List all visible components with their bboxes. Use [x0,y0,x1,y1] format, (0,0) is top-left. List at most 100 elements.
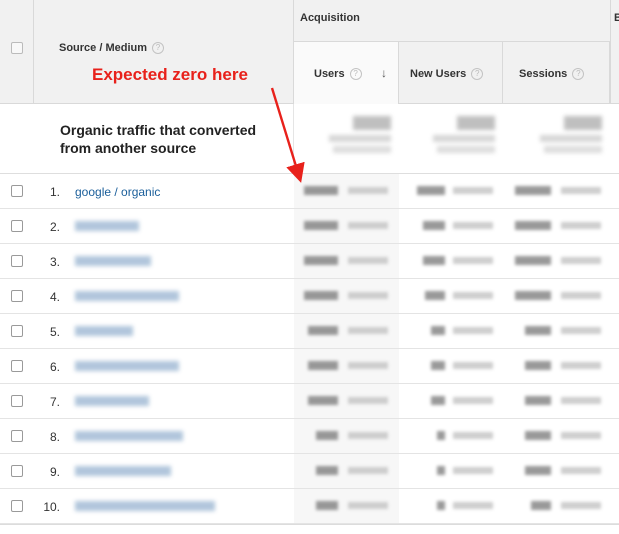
row-number: 1. [49,185,60,199]
summary-users-total [294,104,399,174]
sort-descending-icon[interactable]: ↓ [381,66,387,80]
source-medium-label: Source / Medium [59,42,148,54]
users-percent [348,327,388,334]
column-header-users[interactable]: Users? ↓ [294,42,399,104]
users-value [308,361,338,370]
summary-new-users-total [399,104,503,174]
source-medium-link[interactable]: google / organic [75,185,160,199]
users-cell [294,209,399,243]
sessions-value [515,221,551,230]
sessions-cell [503,454,610,488]
new-users-value [425,291,445,300]
row-checkbox[interactable] [11,465,23,477]
row-checkbox[interactable] [11,185,23,197]
table-row: 3. [0,244,619,279]
help-icon[interactable]: ? [572,68,585,81]
new-users-cell [399,419,503,453]
source-medium-link[interactable] [75,396,149,406]
help-icon[interactable]: ? [471,68,484,81]
column-header-sessions[interactable]: Sessions? [503,42,610,104]
users-percent [348,222,388,229]
sessions-cell [503,349,610,383]
table-row: 5. [0,314,619,349]
sessions-value [525,431,551,440]
row-checkbox[interactable] [11,395,23,407]
new-users-percent [453,502,493,509]
users-percent [348,397,388,404]
users-cell [294,454,399,488]
sessions-percent [561,257,601,264]
sessions-value [515,291,551,300]
sessions-cell [503,209,610,243]
users-label: Users [314,68,345,80]
new-users-percent [453,257,493,264]
group-divider [610,0,611,104]
column-header-new-users[interactable]: New Users? [399,42,503,104]
new-users-value [423,221,445,230]
table-row: 9. [0,454,619,489]
users-cell [294,314,399,348]
table-row: 10. [0,489,619,524]
next-group-label: B [614,12,619,24]
sessions-percent [561,502,601,509]
header-source-medium[interactable]: Source / Medium? [34,0,294,104]
users-value [316,501,338,510]
row-checkbox[interactable] [11,430,23,442]
help-icon[interactable]: ? [349,68,362,81]
new-users-percent [453,362,493,369]
sessions-value [515,186,551,195]
new-users-percent [453,432,493,439]
source-medium-link[interactable] [75,326,133,336]
table-row: 2. [0,209,619,244]
row-number: 9. [49,465,60,479]
new-users-percent [453,292,493,299]
sessions-label: Sessions [519,68,568,80]
row-number: 2. [49,220,60,234]
source-medium-link[interactable] [75,291,179,301]
users-percent [348,432,388,439]
source-medium-link[interactable] [75,431,183,441]
row-checkbox[interactable] [11,325,23,337]
source-medium-link[interactable] [75,221,139,231]
sessions-cell [503,419,610,453]
row-checkbox[interactable] [11,360,23,372]
row-checkbox[interactable] [11,220,23,232]
select-all-checkbox[interactable] [11,42,23,54]
sessions-cell [503,174,610,208]
users-cell [294,244,399,278]
users-percent [348,292,388,299]
users-cell [294,279,399,313]
users-cell [294,349,399,383]
table-row: 7. [0,384,619,419]
table-row: 4. [0,279,619,314]
users-value [308,396,338,405]
source-medium-link[interactable] [75,466,171,476]
sessions-cell [503,489,610,523]
sessions-percent [561,362,601,369]
row-checkbox[interactable] [11,290,23,302]
sessions-value [525,326,551,335]
summary-sessions-total [503,104,610,174]
source-medium-link[interactable] [75,501,215,511]
sessions-cell [503,244,610,278]
annotation-text: Expected zero here [92,65,248,84]
new-users-cell [399,314,503,348]
users-percent [348,362,388,369]
sessions-value [531,501,551,510]
users-percent [348,257,388,264]
table-row: 1. google / organic [0,174,619,209]
sessions-cell [503,384,610,418]
help-icon[interactable]: ? [152,42,165,55]
new-users-value [437,501,445,510]
row-checkbox[interactable] [11,255,23,267]
new-users-cell [399,384,503,418]
sessions-percent [561,187,601,194]
summary-row: Organic traffic that converted from anot… [0,104,619,174]
row-checkbox[interactable] [11,500,23,512]
new-users-cell [399,209,503,243]
sessions-cell [503,314,610,348]
source-medium-link[interactable] [75,361,179,371]
new-users-cell [399,454,503,488]
sessions-value [515,256,551,265]
source-medium-link[interactable] [75,256,151,266]
